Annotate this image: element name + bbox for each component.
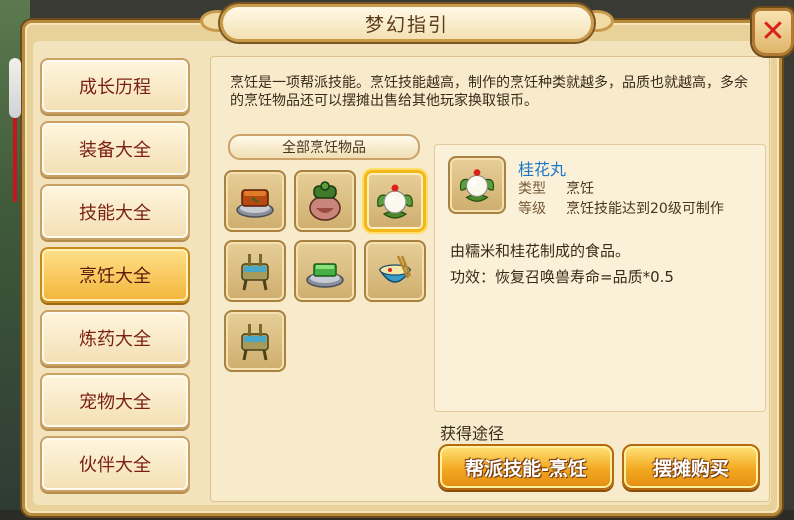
bronze-vessel-icon — [241, 254, 269, 291]
sidebar-item-alchemy[interactable]: 炼药大全 — [40, 310, 190, 366]
sidebar-item-cooking[interactable]: 烹饪大全 — [40, 247, 190, 303]
bronze-vessel-icon — [241, 324, 269, 361]
stall-buy-button[interactable]: 摆摊购买 — [622, 444, 760, 490]
item-type-key: 类型 — [518, 181, 546, 197]
tassel-knot — [9, 58, 21, 118]
item-slot-roasted-meat[interactable] — [224, 170, 286, 232]
item-slot-jar[interactable] — [294, 170, 356, 232]
item-type-row: 类型 烹饪 — [518, 178, 594, 198]
section-description: 烹饪是一项帮派技能。烹饪技能越高，制作的烹饪种类就越多，品质也就越高，多余的烹饪… — [230, 75, 748, 109]
obtain-label: 获得途径 — [440, 424, 505, 443]
green-cake-icon — [306, 263, 344, 288]
close-button[interactable]: ✕ — [752, 8, 794, 56]
close-icon: ✕ — [760, 14, 786, 49]
category-label-text: 全部烹饪物品 — [282, 140, 366, 156]
item-slot-noodle-bowl[interactable] — [364, 240, 426, 302]
item-slot-osmanthus-ball[interactable] — [364, 170, 426, 232]
item-slot-bronze-vessel-2[interactable] — [224, 310, 286, 372]
item-type-value: 烹饪 — [566, 181, 594, 197]
tassel-cord — [13, 118, 17, 202]
item-name: 桂花丸 — [518, 160, 567, 179]
item-slot-bronze-vessel[interactable] — [224, 240, 286, 302]
guild-cooking-button[interactable]: 帮派技能-烹饪 — [438, 444, 614, 490]
detail-item-icon-frame — [448, 156, 506, 214]
jar-icon — [309, 181, 341, 221]
tassel-ornament — [8, 40, 22, 202]
item-slot-green-cake[interactable] — [294, 240, 356, 302]
noodle-bowl-icon — [378, 255, 412, 283]
title-bar: 梦幻指引 — [220, 4, 594, 42]
osmanthus-ball-icon — [377, 184, 413, 219]
roasted-meat-icon — [236, 189, 274, 218]
sidebar-item-growth[interactable]: 成长历程 — [40, 58, 190, 114]
sidebar-item-equipment[interactable]: 装备大全 — [40, 121, 190, 177]
item-level-value: 烹饪技能达到20级可制作 — [566, 201, 724, 217]
item-level-row: 等级 烹饪技能达到20级可制作 — [518, 198, 724, 218]
sidebar-item-skills[interactable]: 技能大全 — [40, 184, 190, 240]
item-effect-text: 功效：恢复召唤兽寿命=品质*0.5 — [450, 268, 674, 286]
category-label: 全部烹饪物品 — [228, 134, 420, 160]
item-flavor-text: 由糯米和桂花制成的食品。 — [450, 242, 631, 260]
sidebar-item-pets[interactable]: 宠物大全 — [40, 373, 190, 429]
osmanthus-ball-icon — [459, 169, 495, 202]
sidebar-item-partners[interactable]: 伙伴大全 — [40, 436, 190, 492]
sidebar: 成长历程 装备大全 技能大全 烹饪大全 炼药大全 宠物大全 伙伴大全 — [40, 58, 190, 499]
item-level-key: 等级 — [518, 201, 546, 217]
window-title: 梦幻指引 — [364, 13, 449, 36]
